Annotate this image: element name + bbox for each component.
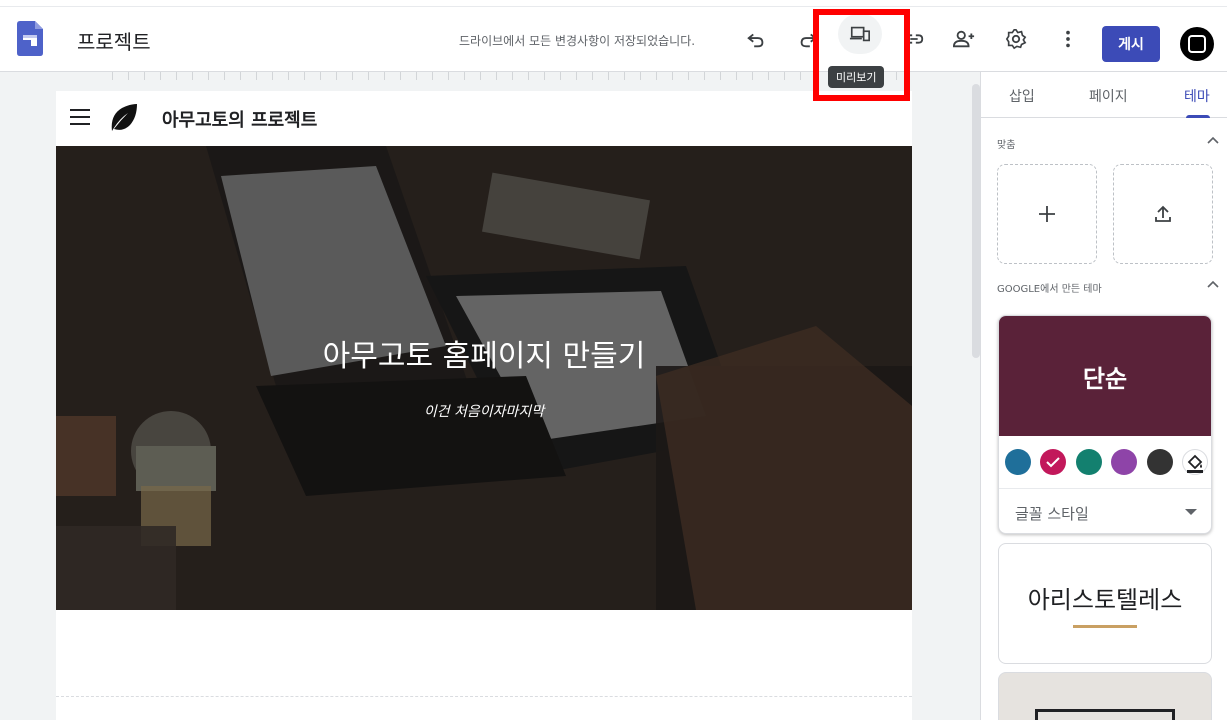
hero-title[interactable]: 아무고토 홈페이지 만들기 bbox=[56, 331, 912, 375]
tab-insert[interactable]: 삽입 bbox=[1009, 86, 1035, 106]
more-options-button[interactable] bbox=[1052, 23, 1084, 55]
document-title[interactable]: 프로젝트 bbox=[77, 26, 151, 55]
share-button[interactable] bbox=[948, 23, 980, 55]
gear-icon bbox=[1005, 29, 1027, 50]
color-swatches bbox=[999, 444, 1211, 480]
undo-icon bbox=[747, 33, 764, 48]
tab-pages[interactable]: 페이지 bbox=[1089, 86, 1128, 106]
canvas-scrollbar[interactable] bbox=[972, 84, 980, 358]
leaf-logo-icon[interactable] bbox=[110, 103, 138, 133]
ruler bbox=[112, 72, 904, 80]
theme-card-aristotle[interactable]: 아리스토텔레스 bbox=[998, 543, 1212, 664]
swatch-purple[interactable] bbox=[1111, 449, 1137, 475]
add-person-icon bbox=[953, 30, 975, 48]
avatar-icon bbox=[1188, 35, 1206, 53]
custom-section-label: 맞춤 bbox=[997, 140, 1016, 151]
publish-button[interactable]: 게시 bbox=[1102, 26, 1160, 62]
active-tab-indicator bbox=[1186, 115, 1210, 118]
swatch-dark[interactable] bbox=[1147, 449, 1173, 475]
add-custom-theme-button[interactable] bbox=[997, 164, 1097, 264]
site-header[interactable]: 아무고토의 프로젝트 bbox=[56, 91, 912, 146]
hero-subtitle[interactable]: 이건 처음이자마지막 bbox=[56, 401, 912, 421]
theme-card-simple[interactable]: 단순 글꼴 스타일 bbox=[998, 315, 1212, 534]
plus-icon bbox=[1039, 206, 1055, 222]
tab-themes[interactable]: 테마 bbox=[1184, 86, 1210, 106]
chevron-up-icon[interactable] bbox=[1207, 136, 1219, 144]
theme-name: 아리스토텔레스 bbox=[1027, 585, 1183, 614]
undo-button[interactable] bbox=[740, 23, 772, 55]
swatch-teal[interactable] bbox=[1076, 449, 1102, 475]
custom-color-button[interactable] bbox=[1182, 449, 1208, 475]
theme-accent-bar bbox=[1073, 624, 1137, 628]
theme-card-next[interactable] bbox=[998, 672, 1212, 720]
dropdown-arrow-icon bbox=[1185, 509, 1197, 515]
check-icon bbox=[1046, 457, 1060, 468]
upload-icon bbox=[1155, 205, 1171, 222]
site-page[interactable]: 아무고토의 프로젝트 아무고토 홈페이지 만들기 이건 처음이자마지막 bbox=[56, 91, 912, 720]
site-name[interactable]: 아무고토의 프로젝트 bbox=[162, 106, 317, 132]
paint-bucket-icon bbox=[1187, 454, 1203, 473]
hero-banner[interactable]: 아무고토 홈페이지 만들기 이건 처음이자마지막 bbox=[56, 146, 912, 610]
preview-tooltip: 미리보기 bbox=[828, 66, 885, 88]
google-themes-label: GOOGLE에서 만든 테마 bbox=[997, 284, 1102, 295]
panel-tabs: 삽입 페이지 테마 bbox=[981, 72, 1227, 118]
right-panel: 삽입 페이지 테마 맞춤 GOOGLE에서 만든 테마 단순 글꼴 스타일 아리… bbox=[980, 72, 1227, 720]
menu-icon[interactable] bbox=[70, 109, 90, 125]
upload-theme-button[interactable] bbox=[1113, 164, 1213, 264]
section-divider bbox=[56, 696, 912, 697]
theme-preview-frame bbox=[1035, 709, 1175, 720]
google-sites-logo-icon[interactable] bbox=[17, 21, 43, 56]
swatch-pink-selected[interactable] bbox=[1040, 449, 1066, 475]
theme-name: 단순 bbox=[999, 316, 1211, 436]
account-avatar[interactable] bbox=[1180, 27, 1214, 61]
hero-overlay bbox=[56, 146, 912, 610]
font-style-label: 글꼴 스타일 bbox=[1015, 505, 1089, 523]
chevron-up-icon[interactable] bbox=[1207, 280, 1219, 288]
top-bar: 프로젝트 드라이브에서 모든 변경사항이 저장되었습니다. 게시 bbox=[0, 0, 1227, 72]
save-status: 드라이브에서 모든 변경사항이 저장되었습니다. bbox=[459, 34, 696, 48]
swatch-blue[interactable] bbox=[1005, 449, 1031, 475]
settings-button[interactable] bbox=[1000, 23, 1032, 55]
more-vert-icon bbox=[1066, 30, 1070, 48]
font-style-dropdown[interactable]: 글꼴 스타일 bbox=[999, 488, 1211, 533]
